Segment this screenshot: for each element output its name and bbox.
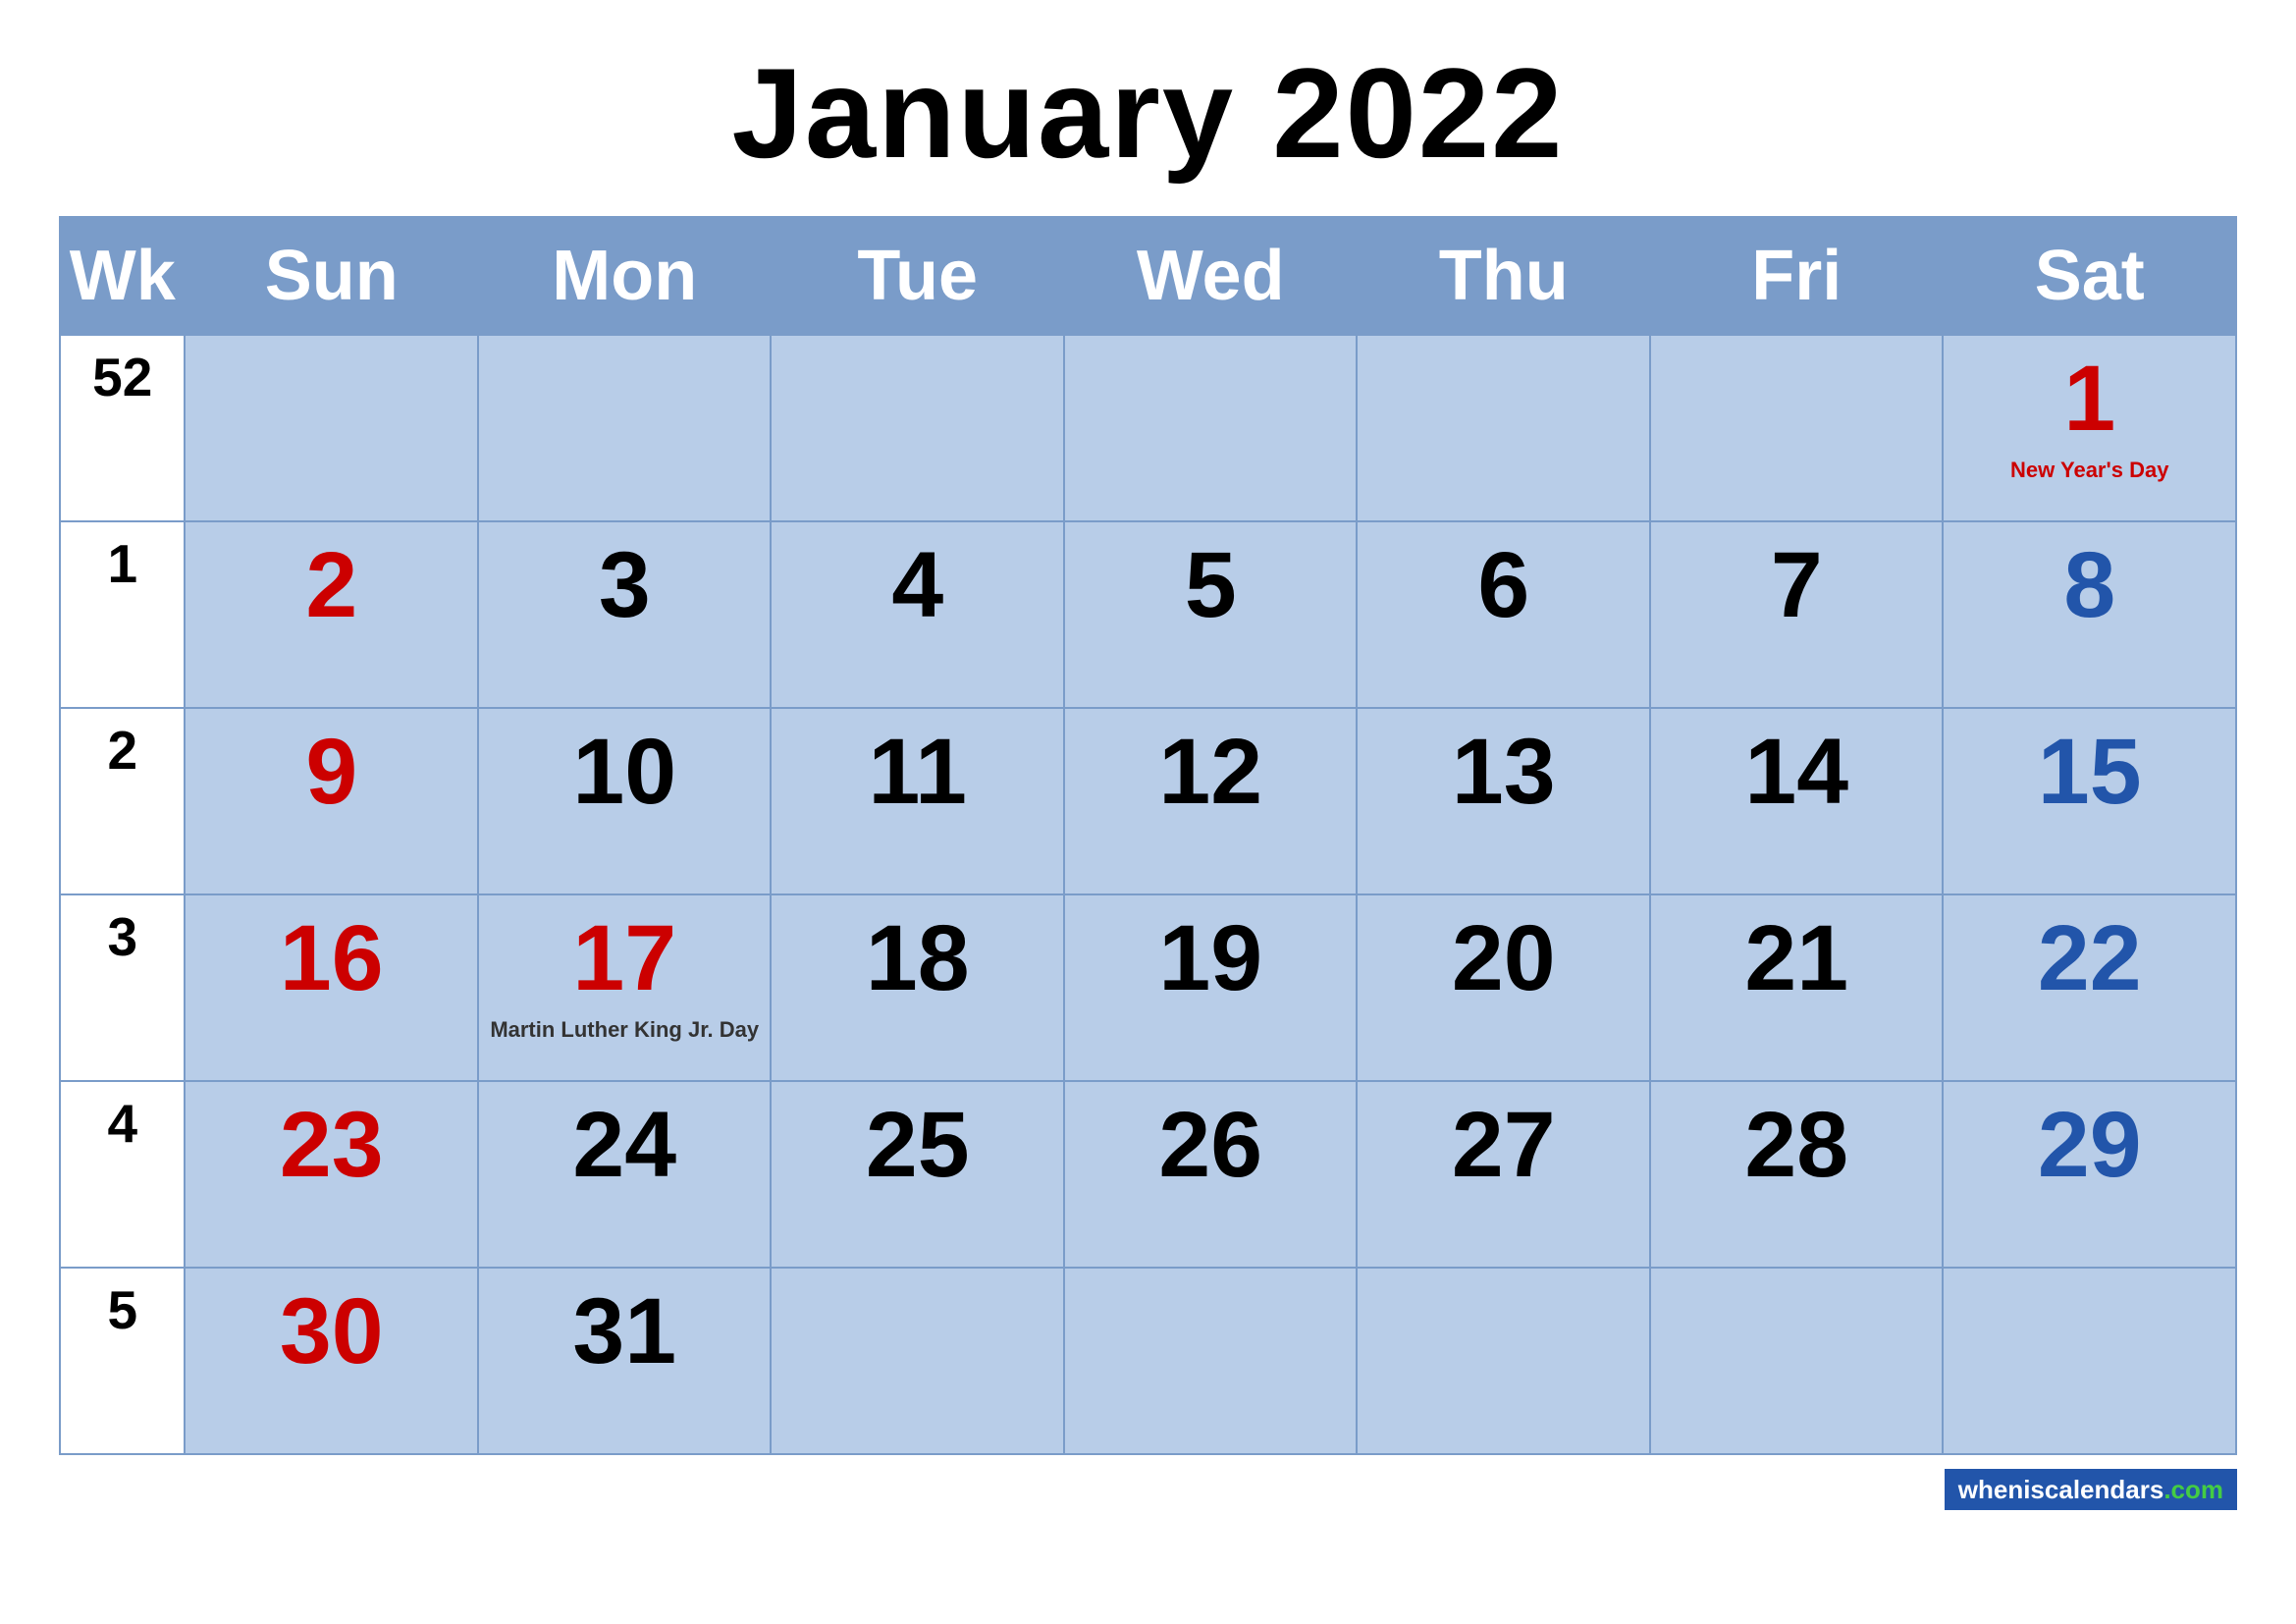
- day-number: 10: [572, 720, 676, 824]
- footer: wheniscalendars.com: [59, 1475, 2237, 1505]
- day-number: 28: [1744, 1093, 1848, 1197]
- day-number: 16: [280, 906, 384, 1010]
- table-row: 5: [1064, 521, 1358, 708]
- day-number: 18: [866, 906, 970, 1010]
- table-row: [771, 1268, 1064, 1454]
- table-row: 6: [1357, 521, 1650, 708]
- table-row: 11: [771, 708, 1064, 894]
- table-row: 27: [1357, 1081, 1650, 1268]
- table-row: 24: [478, 1081, 772, 1268]
- day-number: 7: [1771, 533, 1823, 637]
- site-link[interactable]: wheniscalendars.com: [1945, 1469, 2237, 1510]
- day-number: 23: [280, 1093, 384, 1197]
- day-number: 12: [1158, 720, 1262, 824]
- day-number: 22: [2038, 906, 2142, 1010]
- table-row: [771, 335, 1064, 521]
- header-tue: Tue: [771, 217, 1064, 335]
- table-row: 23: [185, 1081, 478, 1268]
- day-number: 13: [1452, 720, 1556, 824]
- day-number: 31: [572, 1279, 676, 1383]
- table-row: 16: [185, 894, 478, 1081]
- table-row: 30: [185, 1268, 478, 1454]
- week-number: 3: [60, 894, 185, 1081]
- day-number: 1: [2063, 347, 2115, 451]
- site-name: wheniscalendars: [1958, 1475, 2164, 1504]
- day-number: 25: [866, 1093, 970, 1197]
- day-number: 14: [1744, 720, 1848, 824]
- table-row: 31: [478, 1268, 772, 1454]
- table-row: 8: [1943, 521, 2236, 708]
- day-number: 21: [1744, 906, 1848, 1010]
- header-wed: Wed: [1064, 217, 1358, 335]
- table-row: 25: [771, 1081, 1064, 1268]
- day-number: 2: [305, 533, 357, 637]
- day-number: 15: [2038, 720, 2142, 824]
- table-row: 2: [185, 521, 478, 708]
- site-tld: .com: [2163, 1475, 2223, 1504]
- day-number: 3: [599, 533, 651, 637]
- day-number: 26: [1158, 1093, 1262, 1197]
- table-row: 26: [1064, 1081, 1358, 1268]
- table-row: 1 New Year's Day: [1943, 335, 2236, 521]
- table-row: 18: [771, 894, 1064, 1081]
- table-row: [1650, 1268, 1944, 1454]
- table-row: 17 Martin Luther King Jr. Day: [478, 894, 772, 1081]
- table-row: 9: [185, 708, 478, 894]
- calendar-table: Wk Sun Mon Tue Wed Thu Fri Sat 521New Ye…: [59, 216, 2237, 1455]
- table-row: [1943, 1268, 2236, 1454]
- day-number: 24: [572, 1093, 676, 1197]
- header-sun: Sun: [185, 217, 478, 335]
- table-row: 14: [1650, 708, 1944, 894]
- header-thu: Thu: [1357, 217, 1650, 335]
- day-number: 9: [305, 720, 357, 824]
- day-number: 6: [1477, 533, 1529, 637]
- header-mon: Mon: [478, 217, 772, 335]
- header-sat: Sat: [1943, 217, 2236, 335]
- day-number: 4: [891, 533, 943, 637]
- day-number: 29: [2038, 1093, 2142, 1197]
- holiday-label: New Year's Day: [1951, 457, 2227, 485]
- week-number: 1: [60, 521, 185, 708]
- table-row: 15: [1943, 708, 2236, 894]
- table-row: 28: [1650, 1081, 1944, 1268]
- week-number: 2: [60, 708, 185, 894]
- day-number: 17: [572, 906, 676, 1010]
- table-row: [185, 335, 478, 521]
- week-number: 4: [60, 1081, 185, 1268]
- week-number: 5: [60, 1268, 185, 1454]
- table-row: [1650, 335, 1944, 521]
- table-row: 21: [1650, 894, 1944, 1081]
- table-row: [1064, 335, 1358, 521]
- day-number: 27: [1452, 1093, 1556, 1197]
- day-number: 5: [1185, 533, 1237, 637]
- day-number: 30: [280, 1279, 384, 1383]
- week-number: 52: [60, 335, 185, 521]
- page-title: January 2022: [732, 39, 1565, 187]
- table-row: 4: [771, 521, 1064, 708]
- table-row: 19: [1064, 894, 1358, 1081]
- day-number: 20: [1452, 906, 1556, 1010]
- mlk-label: Martin Luther King Jr. Day: [487, 1016, 763, 1045]
- header-fri: Fri: [1650, 217, 1944, 335]
- header-wk: Wk: [60, 217, 185, 335]
- table-row: [1357, 335, 1650, 521]
- table-row: 20: [1357, 894, 1650, 1081]
- day-number: 19: [1158, 906, 1262, 1010]
- table-row: 13: [1357, 708, 1650, 894]
- day-number: 8: [2063, 533, 2115, 637]
- table-row: 12: [1064, 708, 1358, 894]
- table-row: 29: [1943, 1081, 2236, 1268]
- table-row: [1064, 1268, 1358, 1454]
- table-row: [478, 335, 772, 521]
- day-number: 11: [869, 720, 967, 824]
- table-row: 3: [478, 521, 772, 708]
- table-row: [1357, 1268, 1650, 1454]
- table-row: 7: [1650, 521, 1944, 708]
- table-row: 10: [478, 708, 772, 894]
- table-row: 22: [1943, 894, 2236, 1081]
